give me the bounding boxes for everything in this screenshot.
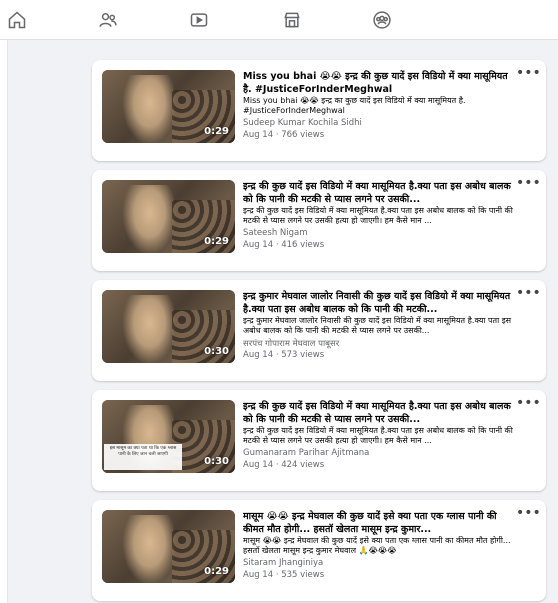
video-duration: 0:29 — [204, 566, 229, 577]
video-duration: 0:29 — [204, 126, 229, 137]
video-thumbnail[interactable]: इस मासूम का क्या पता था कि एक ग्लास पानी… — [102, 400, 235, 473]
watch-tab[interactable] — [184, 6, 214, 34]
left-sidebar-edge — [0, 40, 8, 603]
video-author[interactable]: Sateesh Nigam — [243, 228, 308, 238]
video-meta: Aug 14 · 766 views — [243, 130, 325, 140]
video-title[interactable]: इन्द्र की कुछ यादें इस विडियो में क्या म… — [243, 180, 513, 206]
marketplace-tab[interactable] — [277, 6, 307, 34]
video-title[interactable]: इन्द्र की कुछ यादें इस विडियो में क्या म… — [243, 400, 513, 426]
more-options-icon[interactable]: ••• — [516, 286, 541, 302]
video-card[interactable]: 0:29 Miss you bhai 😭😭 इन्द्र की कुछ यादे… — [92, 60, 546, 161]
video-meta: Aug 14 · 573 views — [243, 350, 325, 360]
video-duration: 0:30 — [204, 456, 229, 467]
more-options-icon[interactable]: ••• — [516, 176, 541, 192]
video-author[interactable]: सरपंच गोपाराम मेघवाल पाबूसर — [243, 338, 339, 349]
home-icon — [8, 11, 26, 29]
video-duration: 0:30 — [204, 346, 229, 357]
more-options-icon[interactable]: ••• — [516, 506, 541, 522]
groups-icon — [373, 11, 391, 29]
video-author[interactable]: Gumanaram Parihar Ajitmana — [243, 448, 369, 458]
video-description: इन्द्र कुमार मेघवाल जालोर निवासी की कुछ … — [243, 316, 512, 335]
home-tab[interactable] — [2, 6, 32, 34]
video-description: मासूम 😭😭 इन्द्र मेघवाल की कुछ यादें इसे … — [243, 536, 511, 555]
video-title[interactable]: इन्द्र कुमार मेघवाल जालोर निवासी की कुछ … — [243, 290, 513, 316]
video-thumbnail[interactable]: 0:29 — [102, 510, 235, 583]
thumbnail-caption: इस मासूम का क्या पता था कि एक ग्लास पानी… — [104, 444, 182, 470]
video-title[interactable]: मासूम 😭😭 इन्द्र मेघवाल की कुछ यादें इसे … — [243, 510, 513, 536]
video-card[interactable]: 0:29 मासूम 😭😭 इन्द्र मेघवाल की कुछ यादें… — [92, 500, 546, 601]
video-description: इन्द्र की कुछ यादें इस विडियो में क्या म… — [243, 426, 513, 445]
video-thumbnail[interactable]: 0:30 — [102, 290, 235, 363]
video-card[interactable]: 0:30 इन्द्र कुमार मेघवाल जालोर निवासी की… — [92, 280, 546, 381]
video-card[interactable]: 0:29 इन्द्र की कुछ यादें इस विडियो में क… — [92, 170, 546, 271]
video-thumbnail[interactable]: 0:29 — [102, 180, 235, 253]
video-icon — [190, 13, 208, 27]
video-meta: Aug 14 · 424 views — [243, 460, 325, 470]
video-duration: 0:29 — [204, 236, 229, 247]
video-meta: Aug 14 · 416 views — [243, 240, 325, 250]
groups-tab[interactable] — [367, 6, 397, 34]
top-navigation — [0, 0, 558, 40]
video-description: Miss you bhai 😭😭 इन्द्र का कुछ यादें इस … — [243, 96, 466, 115]
video-author[interactable]: Sudeep Kumar Kochila Sidhi — [243, 118, 362, 128]
friends-icon — [99, 13, 117, 27]
friends-tab[interactable] — [93, 6, 123, 34]
video-author[interactable]: Sitaram Jhanginiya — [243, 558, 323, 568]
more-options-icon[interactable]: ••• — [516, 66, 541, 82]
video-card[interactable]: इस मासूम का क्या पता था कि एक ग्लास पानी… — [92, 390, 546, 491]
more-options-icon[interactable]: ••• — [516, 396, 541, 412]
video-description: इन्द्र की कुछ यादें इस विडियो में क्या म… — [243, 206, 513, 225]
video-title[interactable]: Miss you bhai 😭😭 इन्द्र की कुछ यादें इस … — [243, 70, 513, 96]
video-meta: Aug 14 · 535 views — [243, 570, 325, 580]
marketplace-icon — [284, 12, 300, 28]
video-thumbnail[interactable]: 0:29 — [102, 70, 235, 143]
